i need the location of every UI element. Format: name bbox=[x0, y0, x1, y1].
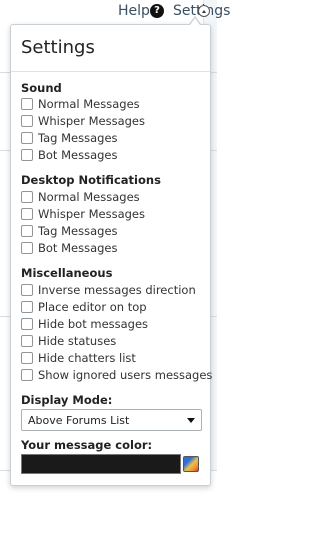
option-hide-bot-messages[interactable]: Hide bot messages bbox=[21, 316, 148, 332]
option-label: Place editor on top bbox=[38, 300, 147, 314]
option-label: Bot Messages bbox=[38, 241, 118, 255]
option-label: Hide statuses bbox=[38, 334, 117, 348]
checkbox[interactable] bbox=[21, 225, 33, 237]
option-sound-bot[interactable]: Bot Messages bbox=[21, 147, 117, 163]
option-desktop-bot[interactable]: Bot Messages bbox=[21, 240, 117, 256]
settings-panel: Settings Sound Normal Messages Whisper M… bbox=[10, 24, 212, 486]
color-palette-icon[interactable] bbox=[183, 456, 199, 472]
option-label: Hide bot messages bbox=[38, 317, 149, 331]
checkbox[interactable] bbox=[21, 208, 33, 220]
display-mode-label: Display Mode: bbox=[21, 393, 113, 407]
checkbox[interactable] bbox=[21, 115, 33, 127]
option-desktop-tag[interactable]: Tag Messages bbox=[21, 223, 118, 239]
option-inverse-direction[interactable]: Inverse messages direction bbox=[21, 282, 196, 298]
section-heading-desktop-notifications: Desktop Notifications bbox=[21, 173, 161, 187]
option-label: Normal Messages bbox=[38, 97, 140, 111]
panel-title: Settings bbox=[21, 37, 95, 58]
checkbox[interactable] bbox=[21, 369, 33, 381]
option-sound-whisper[interactable]: Whisper Messages bbox=[21, 113, 145, 129]
option-label: Normal Messages bbox=[38, 190, 140, 204]
title-divider bbox=[11, 71, 210, 72]
option-hide-chatters-list[interactable]: Hide chatters list bbox=[21, 350, 136, 366]
option-show-ignored-users[interactable]: Show ignored users messages bbox=[21, 367, 212, 383]
option-desktop-whisper[interactable]: Whisper Messages bbox=[21, 206, 145, 222]
option-label: Tag Messages bbox=[38, 131, 118, 145]
option-label: Whisper Messages bbox=[38, 207, 145, 221]
option-label: Show ignored users messages bbox=[38, 368, 213, 382]
message-color-input[interactable] bbox=[21, 454, 181, 474]
option-label: Whisper Messages bbox=[38, 114, 145, 128]
display-mode-value: Above Forums List bbox=[28, 414, 130, 427]
checkbox[interactable] bbox=[21, 284, 33, 296]
option-hide-statuses[interactable]: Hide statuses bbox=[21, 333, 116, 349]
question-circle-icon[interactable]: ? bbox=[150, 4, 164, 18]
option-label: Hide chatters list bbox=[38, 351, 136, 365]
section-heading-sound: Sound bbox=[21, 81, 62, 95]
message-color-label: Your message color: bbox=[21, 438, 153, 452]
checkbox[interactable] bbox=[21, 318, 33, 330]
checkbox[interactable] bbox=[21, 352, 33, 364]
option-sound-normal[interactable]: Normal Messages bbox=[21, 96, 140, 112]
chat-top-bar: Help ? Settings bbox=[0, 0, 230, 22]
checkbox[interactable] bbox=[21, 335, 33, 347]
option-label: Bot Messages bbox=[38, 148, 118, 162]
display-mode-select[interactable]: Above Forums List bbox=[21, 409, 202, 431]
option-label: Inverse messages direction bbox=[38, 283, 196, 297]
checkbox[interactable] bbox=[21, 98, 33, 110]
option-sound-tag[interactable]: Tag Messages bbox=[21, 130, 118, 146]
dropdown-arrow-icon bbox=[187, 418, 195, 423]
panel-pointer-inner bbox=[190, 18, 200, 25]
help-link[interactable]: Help bbox=[118, 3, 150, 19]
checkbox[interactable] bbox=[21, 191, 33, 203]
checkbox[interactable] bbox=[21, 301, 33, 313]
option-desktop-normal[interactable]: Normal Messages bbox=[21, 189, 140, 205]
checkbox[interactable] bbox=[21, 149, 33, 161]
checkbox[interactable] bbox=[21, 132, 33, 144]
checkbox[interactable] bbox=[21, 242, 33, 254]
section-heading-miscellaneous: Miscellaneous bbox=[21, 266, 113, 280]
option-editor-on-top[interactable]: Place editor on top bbox=[21, 299, 147, 315]
option-label: Tag Messages bbox=[38, 224, 118, 238]
